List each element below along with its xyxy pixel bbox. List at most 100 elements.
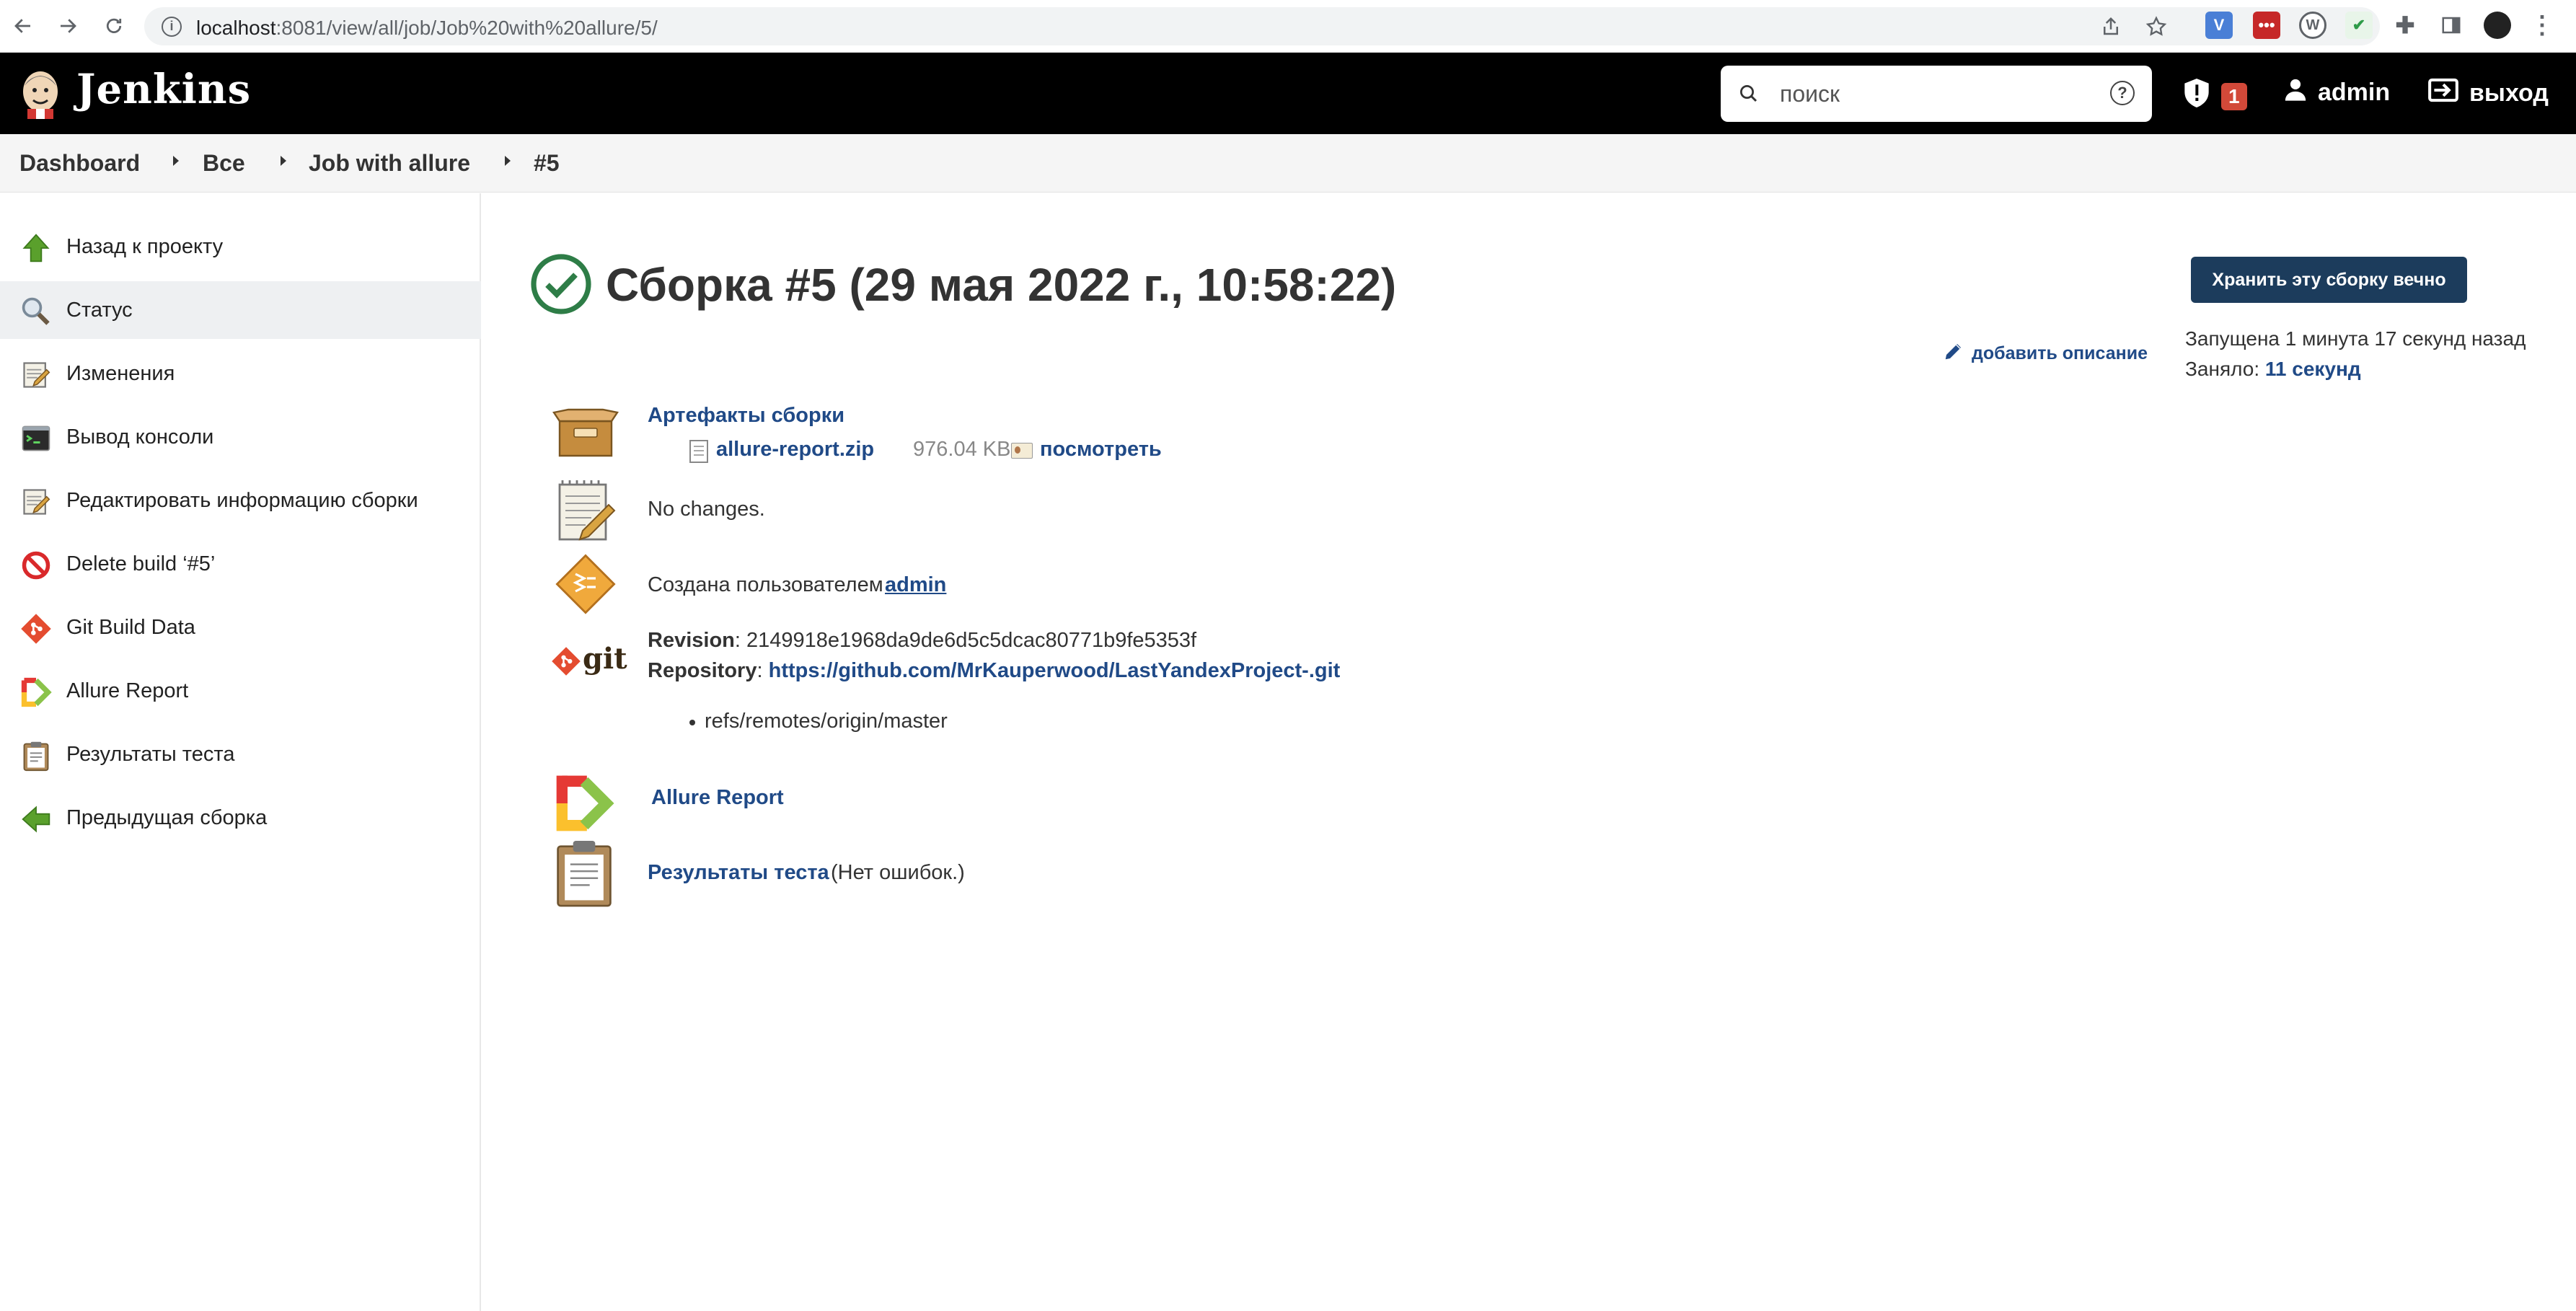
cause-user-link[interactable]: admin bbox=[885, 573, 946, 597]
user-menu[interactable]: admin bbox=[2283, 77, 2390, 108]
branch-bullet bbox=[689, 720, 695, 725]
success-check-icon bbox=[529, 252, 593, 316]
keep-forever-button[interactable]: Хранить эту сборку вечно bbox=[2191, 257, 2467, 303]
breadcrumb-separator-icon[interactable] bbox=[505, 156, 511, 166]
address-bar[interactable]: i localhost:8081/view/all/job/Job%20with… bbox=[144, 7, 2380, 45]
artifacts-link[interactable]: Артефакты сборки bbox=[648, 404, 844, 428]
sidebar-item-previous-build[interactable]: Предыдущая сборка bbox=[0, 789, 481, 847]
bookmark-star-icon[interactable] bbox=[2145, 15, 2168, 42]
clipboard-icon bbox=[20, 740, 52, 772]
pencil-icon bbox=[1943, 340, 1964, 367]
cause-icon bbox=[551, 549, 620, 619]
logout-icon bbox=[2427, 77, 2459, 110]
sidebar-item-test-results[interactable]: Результаты теста bbox=[0, 725, 481, 783]
breadcrumb-build[interactable]: #5 bbox=[534, 150, 560, 177]
sidebar-item-allure-report[interactable]: Allure Report bbox=[0, 662, 481, 720]
jenkins-logo-icon[interactable] bbox=[17, 66, 63, 120]
sidebar-item-status[interactable]: Статус bbox=[0, 281, 481, 339]
breadcrumb-dashboard[interactable]: Dashboard bbox=[19, 150, 140, 177]
package-icon bbox=[551, 407, 620, 476]
left-arrow-icon bbox=[20, 803, 52, 835]
sidebar-item-label: Allure Report bbox=[66, 679, 189, 702]
extensions-puzzle-icon[interactable]: ✚ bbox=[2391, 12, 2419, 39]
revision-hash: 2149918e1968da9de6d5c5dcac80771b9fe5353f bbox=[746, 629, 1197, 652]
security-count-badge: 1 bbox=[2221, 82, 2247, 110]
clipboard-icon bbox=[551, 839, 620, 909]
sidebar-item-console-output[interactable]: Вывод консоли bbox=[0, 408, 481, 466]
search-icon bbox=[1738, 83, 1760, 108]
shield-icon bbox=[2182, 77, 2211, 115]
search-input[interactable] bbox=[1780, 77, 2083, 110]
extension-check-icon[interactable]: ✔ bbox=[2345, 12, 2373, 39]
search-box[interactable]: ? bbox=[1721, 66, 2152, 122]
duration-label: Заняло: bbox=[2185, 358, 2260, 380]
url-text: localhost:8081/view/all/job/Job%20with%2… bbox=[196, 17, 658, 39]
fingerprint-icon bbox=[1011, 443, 1033, 459]
browser-menu-icon[interactable]: ⋮ bbox=[2528, 12, 2556, 39]
extension-v-icon[interactable]: V bbox=[2205, 12, 2233, 39]
sidebar-item-label: Git Build Data bbox=[66, 615, 195, 639]
notepad-icon bbox=[551, 476, 620, 545]
artifact-size: 976.04 KB bbox=[913, 438, 1011, 461]
git-logo-icon: git bbox=[551, 642, 627, 679]
extension-wordpress-icon[interactable]: W bbox=[2299, 12, 2326, 39]
breadcrumb: Dashboard Все Job with allure #5 bbox=[0, 134, 2576, 193]
magnifier-icon bbox=[20, 296, 52, 327]
breadcrumb-job[interactable]: Job with allure bbox=[309, 150, 470, 177]
reload-icon[interactable] bbox=[98, 10, 130, 42]
artifact-file-link[interactable]: allure-report.zip bbox=[716, 438, 874, 462]
breadcrumb-separator-icon[interactable] bbox=[281, 156, 286, 166]
git-branch: refs/remotes/origin/master bbox=[705, 710, 948, 733]
allure-report-link[interactable]: Allure Report bbox=[651, 786, 784, 810]
test-results-link[interactable]: Результаты теста bbox=[648, 861, 829, 885]
repository-link[interactable]: https://github.com/MrKauperwood/LastYand… bbox=[769, 659, 1341, 682]
no-entry-icon bbox=[20, 549, 52, 581]
logout-link[interactable]: выход bbox=[2427, 77, 2549, 110]
sidebar-item-label: Delete build ‘#5’ bbox=[66, 552, 216, 575]
forward-icon[interactable] bbox=[52, 10, 84, 42]
profile-avatar[interactable] bbox=[2484, 12, 2511, 39]
sidebar-item-back-to-project[interactable]: Назад к проекту bbox=[0, 218, 481, 275]
sidebar-item-git-build-data[interactable]: Git Build Data bbox=[0, 599, 481, 656]
share-icon[interactable] bbox=[2100, 16, 2122, 41]
sidebar-item-delete-build[interactable]: Delete build ‘#5’ bbox=[0, 535, 481, 593]
git-logo-text: git bbox=[583, 642, 627, 676]
extension-password-icon[interactable]: ••• bbox=[2253, 12, 2280, 39]
sidebar-item-label: Вывод консоли bbox=[66, 425, 214, 449]
security-monitor[interactable]: 1 bbox=[2182, 77, 2247, 115]
notepad-icon bbox=[20, 486, 52, 518]
test-results-status: (Нет ошибок.) bbox=[831, 861, 965, 884]
side-panel-icon[interactable] bbox=[2438, 12, 2465, 39]
user-name: admin bbox=[2318, 79, 2391, 106]
duration-link[interactable]: 11 секунд bbox=[2265, 358, 2361, 380]
allure-icon bbox=[551, 770, 620, 839]
site-info-icon[interactable]: i bbox=[162, 17, 182, 37]
help-icon[interactable]: ? bbox=[2110, 81, 2135, 105]
sidebar-item-label: Результаты теста bbox=[66, 742, 235, 766]
repository-label: Repository bbox=[648, 659, 757, 682]
sidebar-item-label: Предыдущая сборка bbox=[66, 805, 268, 829]
breadcrumb-separator-icon[interactable] bbox=[173, 156, 179, 166]
jenkins-header: Jenkins ? 1 admin выход bbox=[0, 53, 2576, 134]
add-description-link[interactable]: добавить описание bbox=[1943, 340, 2148, 367]
sidebar-item-edit-build-info[interactable]: Редактировать информацию сборки bbox=[0, 472, 481, 529]
git-repository: Repository: https://github.com/MrKauperw… bbox=[648, 659, 1341, 682]
revision-label: Revision bbox=[648, 629, 735, 652]
file-icon bbox=[689, 440, 708, 463]
breadcrumb-all[interactable]: Все bbox=[203, 150, 245, 177]
git-revision: Revision: 2149918e1968da9de6d5c5dcac8077… bbox=[648, 629, 1197, 652]
user-icon bbox=[2283, 77, 2308, 108]
page-title: Сборка #5 (29 мая 2022 г., 10:58:22) bbox=[606, 259, 1397, 311]
notepad-icon bbox=[20, 359, 52, 391]
sidebar-item-changes[interactable]: Изменения bbox=[0, 345, 481, 402]
no-changes-text: No changes. bbox=[648, 498, 765, 521]
sidebar: Назад к проекту Статус Изменения Вывод к… bbox=[0, 193, 481, 1311]
add-description-label: добавить описание bbox=[1972, 343, 2148, 363]
back-icon[interactable] bbox=[7, 10, 39, 42]
artifact-view-link[interactable]: посмотреть bbox=[1040, 438, 1162, 462]
sidebar-item-label: Редактировать информацию сборки bbox=[66, 488, 418, 512]
main-content: Сборка #5 (29 мая 2022 г., 10:58:22) Хра… bbox=[482, 193, 2576, 1311]
allure-icon bbox=[20, 676, 52, 708]
sidebar-item-label: Изменения bbox=[66, 361, 175, 385]
jenkins-brand[interactable]: Jenkins bbox=[76, 66, 251, 113]
